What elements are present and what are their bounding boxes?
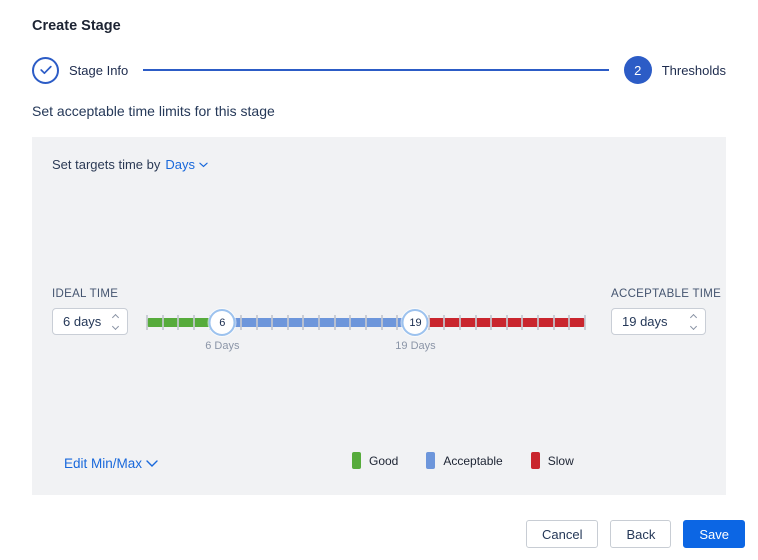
acceptable-time-input[interactable]: 19 days <box>611 308 706 335</box>
step-complete-check-icon <box>32 56 59 84</box>
chevron-down-icon <box>146 459 158 467</box>
stepper-down-icon[interactable] <box>689 322 698 330</box>
slider-tick <box>458 315 461 330</box>
slider-handle-ideal-label: 6 Days <box>205 340 240 352</box>
target-time-unit-value: Days <box>165 157 196 172</box>
legend-item-good: Good <box>352 452 398 469</box>
slider-tick <box>271 315 274 330</box>
target-time-prefix: Set targets time by <box>52 157 161 172</box>
slider-tick <box>146 315 148 330</box>
acceptable-time-group: ACCEPTABLE TIME 19 days <box>611 288 722 335</box>
slider-tick <box>177 315 180 330</box>
stepper: Stage Info 2 Thresholds <box>32 56 726 84</box>
slider-tick <box>505 315 508 330</box>
slider-tick <box>192 315 195 330</box>
step-thresholds-label: Thresholds <box>661 62 726 78</box>
slider-tick <box>521 315 524 330</box>
cancel-button[interactable]: Cancel <box>525 520 599 548</box>
thresholds-panel: Set targets time by Days IDEAL TIME 6 da… <box>32 137 726 495</box>
slider-handle-acceptable-label: 19 Days <box>395 340 436 352</box>
slider-row: IDEAL TIME 6 days 6 19 6 Days 19 Days AC… <box>52 288 722 374</box>
slider-tick <box>396 315 399 330</box>
slider-handle-acceptable[interactable]: 19 <box>401 309 429 336</box>
slider-tick <box>302 315 305 330</box>
slider-tick <box>365 315 367 330</box>
legend-item-slow: Slow <box>530 452 574 469</box>
slider-tick <box>349 315 352 330</box>
edit-minmax-link[interactable]: Edit Min/Max <box>64 456 158 471</box>
legend-label-slow: Slow <box>547 453 574 468</box>
slider-tick <box>584 315 586 330</box>
slider-tick <box>490 315 493 330</box>
save-button[interactable]: Save <box>683 520 745 548</box>
legend-label-acceptable: Acceptable <box>443 453 503 468</box>
ideal-time-group: IDEAL TIME 6 days <box>52 288 128 335</box>
legend-item-acceptable: Acceptable <box>426 452 503 469</box>
slider-tick <box>474 315 477 330</box>
slider-tick <box>161 315 164 330</box>
stepper-up-icon[interactable] <box>111 313 120 321</box>
step-number-badge: 2 <box>623 56 652 84</box>
target-time-row: Set targets time by Days <box>52 157 208 172</box>
slider-tick <box>380 315 383 330</box>
legend-swatch-slow <box>530 452 540 469</box>
step-stage-info[interactable]: Stage Info <box>32 56 129 84</box>
slider-tick <box>568 315 571 330</box>
legend-swatch-acceptable <box>426 452 436 469</box>
slider-legend: Good Acceptable Slow <box>352 452 574 469</box>
ideal-time-value: 6 days <box>63 314 102 329</box>
acceptable-time-stepper[interactable] <box>689 313 698 331</box>
back-button[interactable]: Back <box>610 520 672 548</box>
stepper-down-icon[interactable] <box>111 322 120 330</box>
ideal-time-stepper[interactable] <box>111 313 120 331</box>
edit-minmax-label: Edit Min/Max <box>64 456 143 471</box>
page-title: Create Stage <box>32 18 121 34</box>
slider-tick <box>552 315 555 330</box>
chevron-down-icon <box>199 162 208 167</box>
step-stage-info-label: Stage Info <box>69 62 129 78</box>
threshold-slider: 6 19 6 Days 19 Days <box>146 309 586 374</box>
slider-tick <box>239 315 242 330</box>
legend-swatch-good <box>352 452 361 469</box>
slider-tick <box>255 315 258 330</box>
slider-tick <box>286 315 289 330</box>
slider-handle-acceptable-value: 19 <box>409 316 422 329</box>
slider-segment-slow <box>415 318 585 327</box>
slider-handle-ideal[interactable]: 6 <box>208 309 236 336</box>
step-thresholds[interactable]: 2 Thresholds <box>623 56 726 84</box>
acceptable-time-value: 19 days <box>622 314 668 329</box>
ideal-time-input[interactable]: 6 days <box>52 308 128 335</box>
stepper-connector-line <box>143 69 609 71</box>
footer-actions: Cancel Back Save <box>525 520 745 548</box>
slider-track[interactable]: 6 19 6 Days 19 Days <box>146 309 586 352</box>
slider-tick <box>443 315 446 330</box>
legend-label-good: Good <box>369 453 399 468</box>
slider-tick <box>318 315 321 330</box>
panel-subtitle: Set acceptable time limits for this stag… <box>32 103 275 119</box>
acceptable-time-label: ACCEPTABLE TIME <box>611 288 722 300</box>
slider-tick <box>333 315 336 330</box>
stepper-up-icon[interactable] <box>689 313 698 321</box>
target-time-unit-dropdown[interactable]: Days <box>165 157 208 172</box>
slider-tick <box>537 315 540 330</box>
slider-handle-ideal-value: 6 <box>219 316 226 329</box>
ideal-time-label: IDEAL TIME <box>52 288 119 300</box>
